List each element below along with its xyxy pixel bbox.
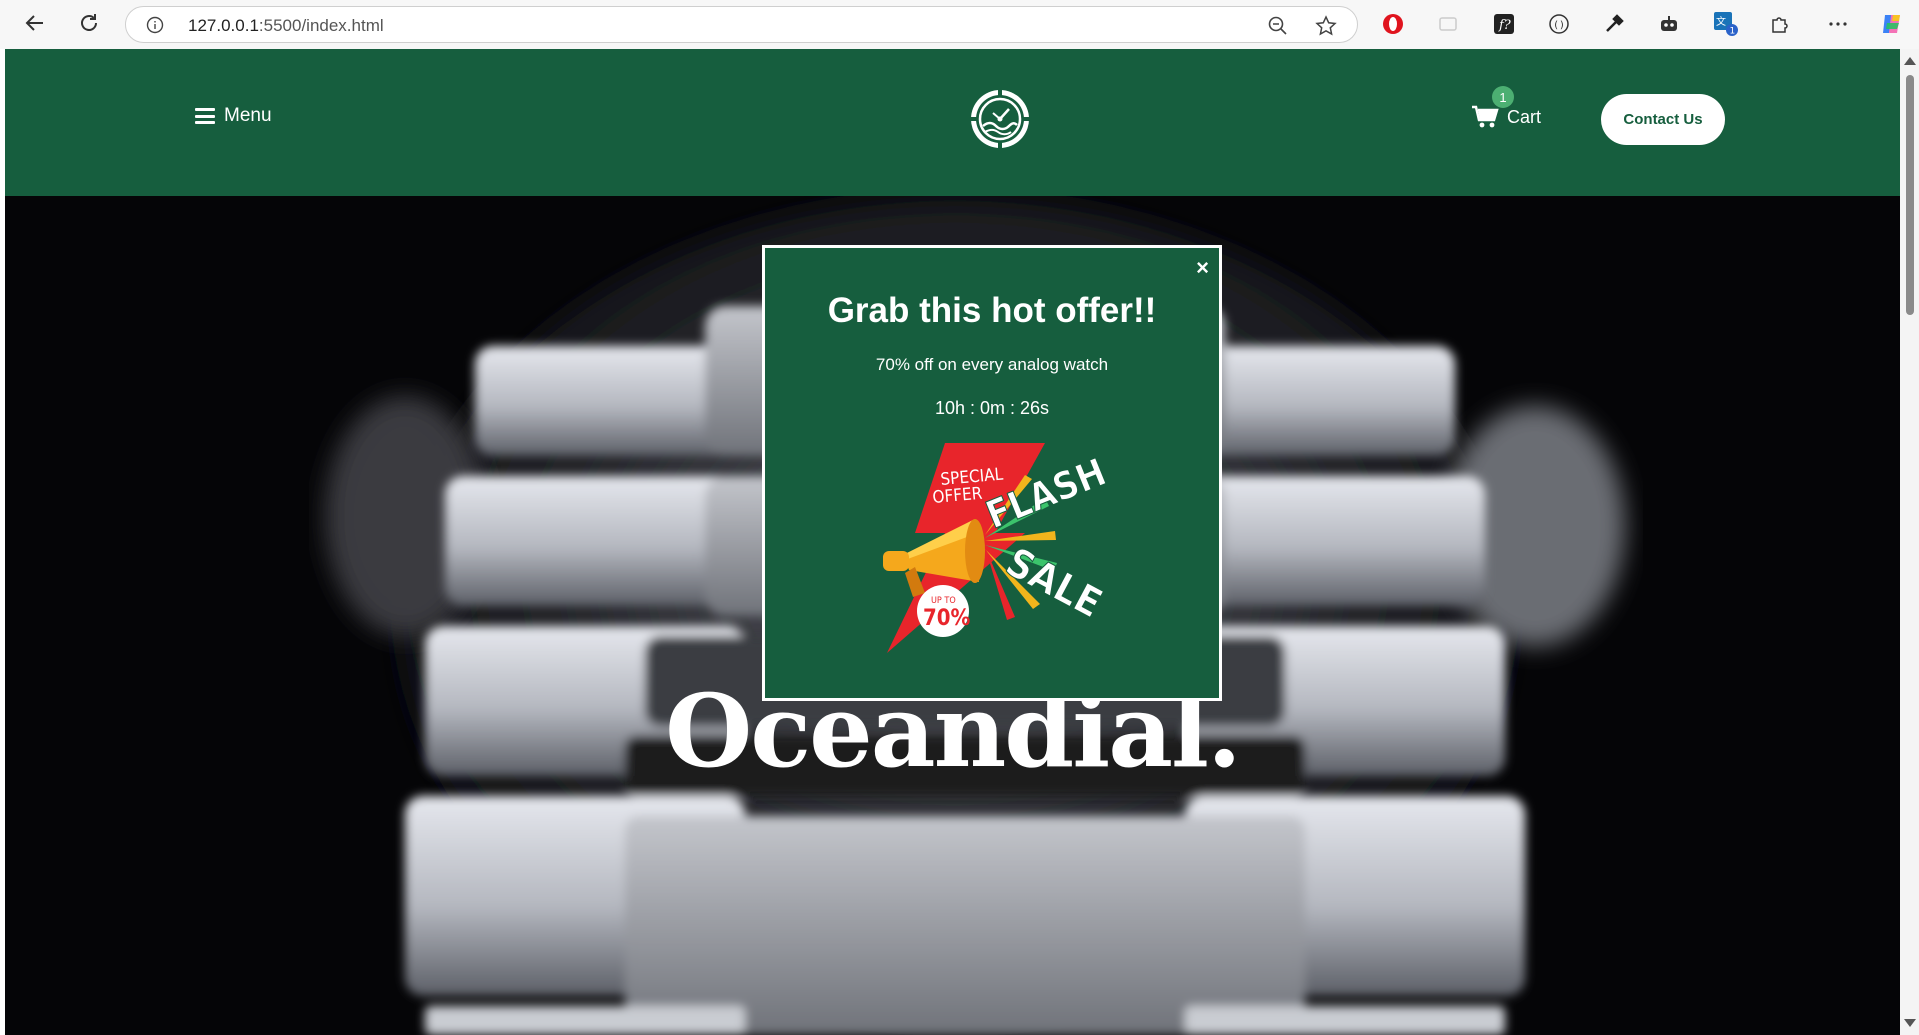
hamburger-icon [195, 108, 215, 124]
address-bar[interactable]: 127.0.0.1:5500/index.html [125, 6, 1358, 43]
svg-text:文: 文 [1716, 15, 1726, 28]
reload-icon[interactable] [74, 8, 104, 38]
contact-us-button[interactable]: Contact Us [1601, 94, 1725, 145]
robot-extension-icon[interactable] [1655, 10, 1683, 38]
svg-text:(): () [1553, 20, 1565, 31]
url-path: :5500/index.html [258, 16, 384, 35]
offer-popup: × Grab this hot offer!! 70% off on every… [762, 245, 1222, 701]
copilot-icon[interactable] [1878, 10, 1906, 38]
countdown-timer: 10h : 0m : 26s [934, 398, 1050, 418]
close-icon[interactable]: × [1196, 257, 1209, 279]
upto-text: UP TO [931, 596, 956, 606]
back-arrow-icon[interactable] [20, 8, 50, 38]
more-menu-icon[interactable] [1824, 10, 1852, 38]
svg-text:f?: f? [1498, 18, 1512, 33]
scroll-up-arrow-icon[interactable] [1904, 57, 1916, 65]
flash-sale-image: SPECIAL OFFER FLASH SALE UP TO 70% [883, 443, 1113, 653]
translate-extension-icon[interactable]: 文1 [1712, 10, 1740, 38]
zoom-out-icon[interactable] [1267, 15, 1289, 37]
popup-title: Grab this hot offer!! [827, 291, 1157, 330]
menu-label: Menu [224, 105, 272, 126]
font-extension-icon[interactable]: f? [1490, 10, 1518, 38]
site-header: Menu Cart 1 Contact Us [5, 49, 1900, 196]
cart-button[interactable]: Cart [1471, 105, 1541, 129]
sale-text: SALE [998, 539, 1109, 627]
url-text[interactable]: 127.0.0.1:5500/index.html [188, 16, 384, 36]
cart-label: Cart [1507, 106, 1542, 127]
menu-button[interactable]: Menu [195, 105, 272, 127]
scrollbar-thumb[interactable] [1906, 75, 1914, 315]
eyedropper-icon[interactable] [1600, 10, 1628, 38]
scroll-down-arrow-icon[interactable] [1904, 1019, 1916, 1027]
cart-icon [1472, 105, 1499, 128]
extension-disabled-icon[interactable] [1434, 10, 1462, 38]
extensions-puzzle-icon[interactable] [1766, 10, 1794, 38]
popup-subtitle: 70% off on every analog watch [875, 355, 1109, 374]
bookmark-star-icon[interactable] [1315, 15, 1337, 37]
opera-extension-icon[interactable] [1379, 10, 1407, 38]
code-extension-icon[interactable]: () [1545, 10, 1573, 38]
oceandial-logo[interactable] [969, 88, 1031, 150]
svg-text:1: 1 [1730, 27, 1736, 37]
percent-text: 70% [923, 606, 971, 631]
cart-count-badge: 1 [1492, 86, 1514, 108]
url-host: 127.0.0.1 [188, 16, 259, 35]
site-info-icon[interactable] [146, 16, 164, 34]
page-scrollbar[interactable] [1900, 49, 1919, 1035]
browser-toolbar: 127.0.0.1:5500/index.html f? () 文1 [0, 0, 1919, 49]
page-viewport: Menu Cart 1 Contact Us Oceandial. × Grab… [5, 49, 1900, 1035]
